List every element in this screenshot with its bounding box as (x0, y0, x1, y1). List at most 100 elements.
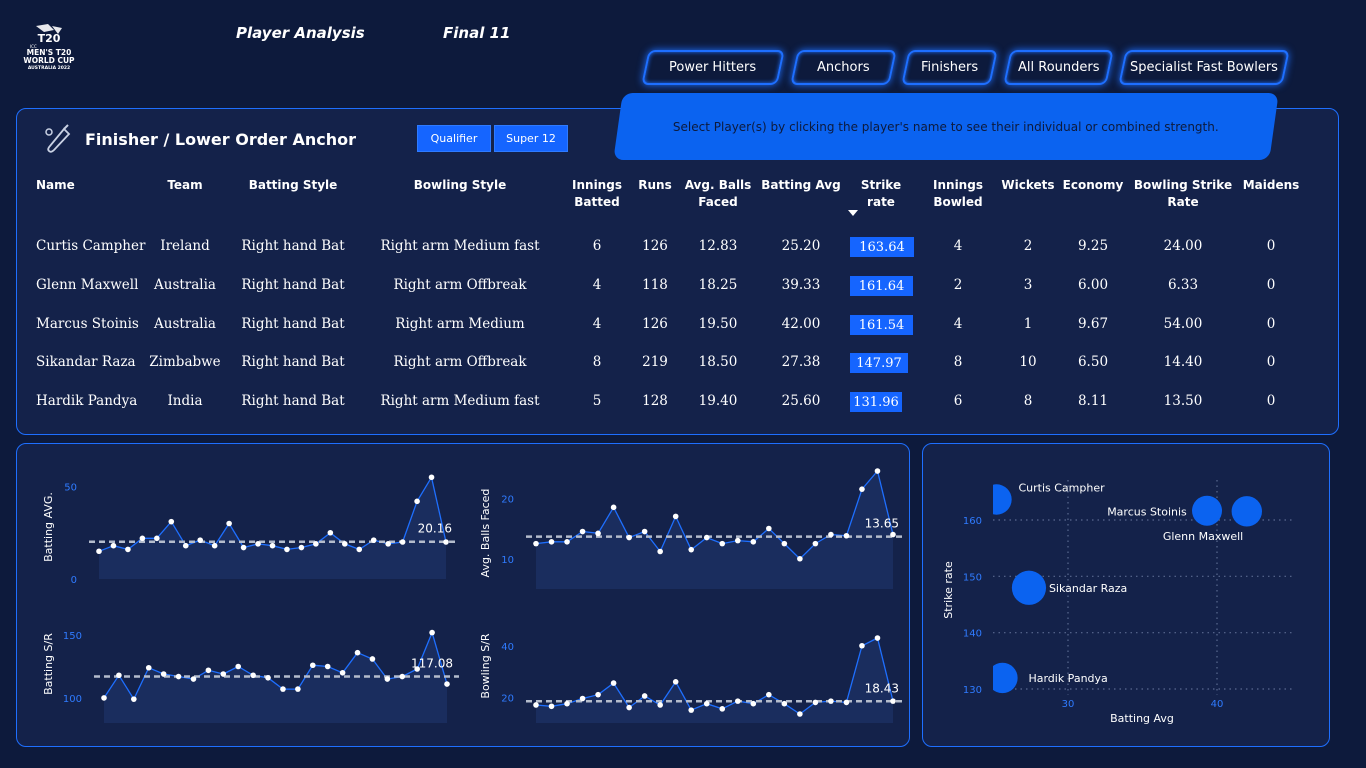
scatter-point[interactable] (981, 484, 1012, 515)
y-tick-label: 20 (501, 494, 514, 505)
data-point (548, 539, 555, 545)
data-point (843, 699, 850, 706)
data-point (750, 539, 757, 545)
y-tick-label: 0 (71, 575, 77, 586)
data-point (356, 546, 363, 553)
data-point (154, 535, 160, 542)
scatter-point-label: Sikandar Raza (1049, 582, 1127, 595)
x-tick-label: 30 (1062, 699, 1075, 710)
data-point (781, 700, 788, 707)
data-point (719, 706, 726, 712)
data-point (110, 542, 117, 549)
data-point (672, 513, 679, 520)
data-point (284, 546, 290, 553)
data-point (874, 468, 881, 474)
data-point (766, 691, 772, 698)
data-point (399, 673, 406, 680)
data-point (280, 686, 286, 692)
y-axis-label: Batting AVG. (42, 492, 55, 562)
series-area (99, 477, 446, 579)
data-point (175, 673, 182, 680)
data-point (610, 680, 617, 686)
data-point (309, 662, 316, 669)
y-tick-label: 10 (501, 555, 514, 566)
y-tick-label: 150 (963, 572, 982, 583)
data-point (269, 542, 276, 549)
data-point (168, 518, 175, 525)
data-point (812, 699, 819, 706)
data-point (211, 542, 218, 549)
x-axis-label: Batting Avg (1110, 712, 1174, 725)
data-point (890, 698, 896, 704)
data-point (255, 541, 261, 547)
data-point (672, 679, 679, 685)
scatter-point[interactable] (1231, 496, 1263, 527)
data-point (226, 520, 232, 527)
data-point (703, 700, 710, 707)
data-point (533, 702, 539, 708)
scatter-point-label: Marcus Stoinis (1107, 505, 1187, 518)
average-value-label: 20.16 (418, 522, 452, 536)
data-point (139, 535, 146, 542)
data-point (444, 681, 450, 687)
average-value-label: 18.43 (865, 681, 899, 695)
data-point (96, 548, 102, 555)
data-point (240, 544, 247, 551)
data-point (533, 540, 539, 547)
data-point (828, 531, 834, 538)
series-area (536, 471, 893, 589)
data-point (626, 704, 632, 711)
data-point (781, 540, 788, 547)
data-point (595, 691, 601, 698)
average-value-label: 117.08 (411, 656, 453, 670)
data-point (443, 539, 449, 545)
data-point (579, 528, 586, 535)
data-point (327, 529, 334, 536)
y-axis-label: Bowling S/R (479, 633, 492, 699)
data-point (719, 540, 726, 547)
data-point (610, 504, 617, 511)
data-point (595, 530, 601, 537)
y-tick-label: 50 (64, 483, 77, 494)
data-point (414, 498, 420, 505)
data-point (766, 525, 772, 532)
data-point (874, 635, 881, 641)
data-point (341, 541, 348, 547)
data-point (750, 700, 757, 707)
data-point (657, 702, 663, 708)
data-point (828, 698, 834, 704)
average-value-label: 13.65 (865, 517, 899, 531)
y-tick-label: 40 (501, 642, 514, 653)
scatter-point[interactable] (1192, 495, 1223, 526)
data-point (564, 700, 570, 707)
data-point (324, 663, 331, 670)
scatter-point-label: Curtis Campher (1018, 481, 1105, 494)
series-area (536, 638, 893, 723)
scatter-point[interactable] (1011, 570, 1047, 605)
data-point (354, 649, 361, 656)
scatter-point-label: Hardik Pandya (1028, 672, 1107, 685)
data-point (220, 671, 227, 677)
data-point (182, 542, 189, 549)
data-point (734, 698, 741, 704)
data-point (160, 671, 167, 677)
data-point (190, 676, 197, 682)
data-point (295, 686, 301, 692)
data-point (579, 695, 586, 702)
scatter-point[interactable] (987, 662, 1018, 694)
data-point (859, 642, 865, 649)
data-point (641, 693, 648, 699)
data-point (385, 541, 391, 547)
y-axis-label: Avg. Balls Faced (479, 489, 492, 578)
data-point (125, 546, 131, 553)
data-point (812, 540, 819, 547)
data-point (205, 667, 212, 674)
data-point (101, 695, 107, 701)
data-point (843, 532, 850, 539)
data-point (298, 544, 305, 551)
data-point (370, 537, 377, 543)
data-point (890, 531, 896, 538)
data-point (235, 663, 242, 670)
data-point (657, 548, 663, 555)
data-point (116, 672, 122, 679)
